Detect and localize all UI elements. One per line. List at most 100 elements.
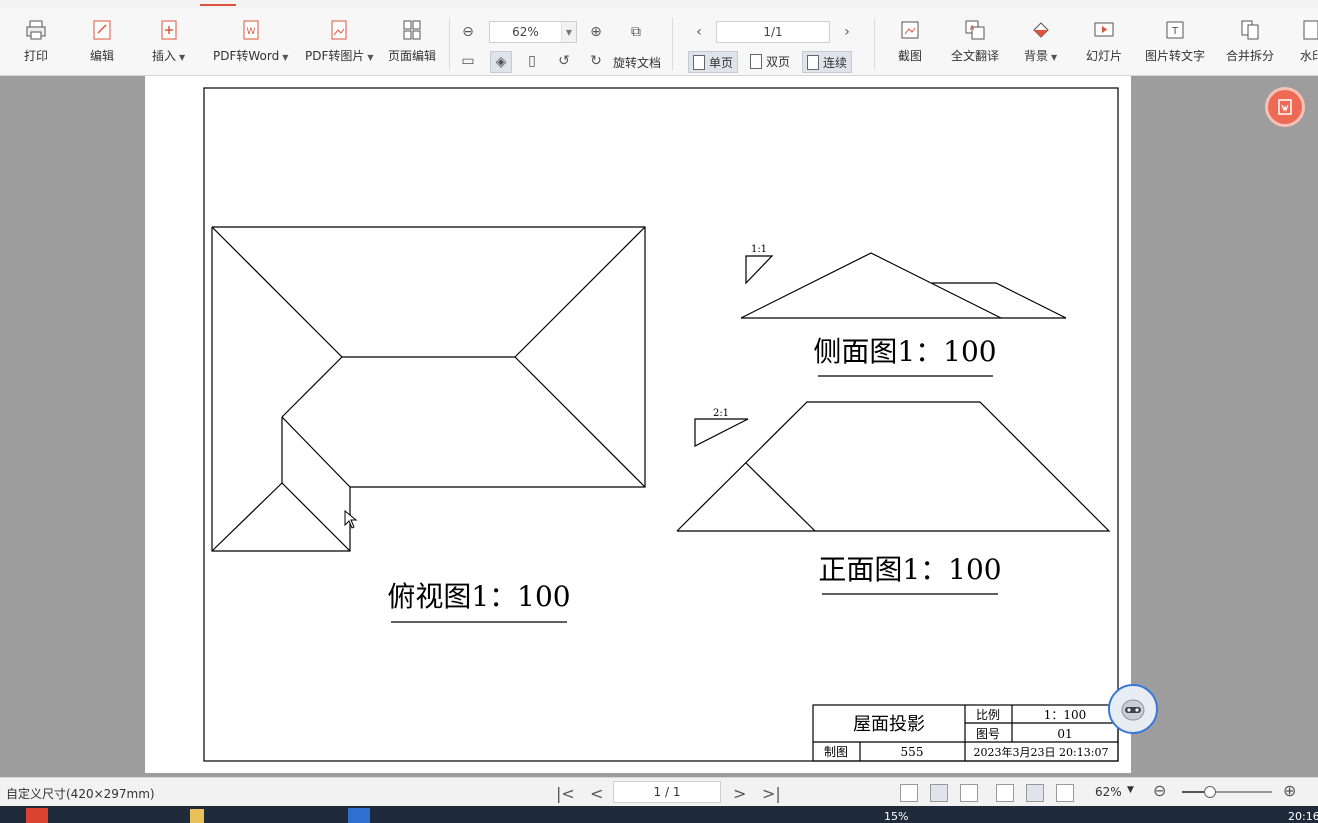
single-page-label: 单页 (709, 55, 734, 70)
separator (874, 18, 875, 70)
scale-value: 1：100 (1044, 708, 1087, 722)
fit-width-icon[interactable]: ▯ (522, 51, 542, 71)
insert-button[interactable]: 插入 ▼ (152, 18, 185, 64)
double-page-icon (750, 53, 762, 69)
zoom-select[interactable]: 62% ▼ (489, 21, 577, 43)
background-caret-icon: ▼ (1051, 53, 1058, 62)
fit-width-status-icon[interactable] (960, 784, 978, 802)
slideshow-button[interactable]: 幻灯片 (1086, 18, 1122, 64)
drawing-number-label: 图号 (976, 727, 1000, 741)
top-view-label: 俯视图1：100 (387, 580, 570, 613)
side-slope-label: 1:1 (751, 244, 767, 255)
pdf-to-word-label: PDF转Word (213, 49, 280, 63)
active-tab-indicator (200, 4, 236, 6)
pdf-to-word-caret-icon: ▼ (282, 53, 289, 62)
double-page-label: 双页 (766, 54, 791, 69)
ribbon-toolbar: 打印 编辑 插入 ▼ W PDF转Word ▼ PDF转图片 ▼ 页面编辑 ⊖ 62%… (0, 8, 1318, 76)
assistant-robot-icon[interactable] (1108, 684, 1158, 734)
single-page-status-icon[interactable] (1026, 784, 1044, 802)
zoom-value: 62% (512, 25, 539, 39)
windows-taskbar: 15% 20:16 (0, 806, 1318, 823)
side-view (740, 252, 1067, 319)
print-label: 打印 (24, 49, 49, 63)
background-button[interactable]: 背景 ▼ (1024, 18, 1057, 64)
zoom-out-icon[interactable]: ⊖ (458, 22, 478, 42)
next-page-status-icon[interactable]: > (733, 784, 746, 803)
rotate-left-icon[interactable]: ↺ (554, 51, 574, 71)
page-size-label: 自定义尺寸(420×297mm) (6, 787, 155, 801)
full-translate-button[interactable]: A 全文翻译 (951, 18, 999, 64)
double-page-button[interactable]: 双页 (746, 51, 794, 71)
top-view (211, 226, 646, 552)
continuous-status-icon[interactable] (996, 784, 1014, 802)
taskbar-cad-app-icon[interactable] (348, 808, 370, 823)
status-zoom-dropdown-icon[interactable]: ▼ (1127, 785, 1134, 795)
edit-button[interactable]: 编辑 (90, 18, 114, 64)
pdf-to-word-button[interactable]: W PDF转Word ▼ (213, 18, 288, 64)
status-zoom-out-icon[interactable]: ⊖ (1153, 781, 1166, 800)
side-view-label: 侧面图1：100 (813, 335, 996, 368)
zoom-dropdown-icon[interactable]: ▼ (561, 22, 576, 42)
page-edit-label: 页面编辑 (388, 49, 437, 63)
translate-icon: A (965, 20, 985, 40)
continuous-label: 连续 (823, 55, 848, 70)
rotate-right-icon[interactable]: ↻ (586, 51, 606, 71)
next-page-icon[interactable]: › (837, 22, 857, 42)
rotate-doc-icon[interactable]: ⧉ (626, 22, 646, 42)
fit-page-status-icon[interactable] (930, 784, 948, 802)
continuous-icon (807, 54, 819, 70)
watermark-button[interactable]: 水印 (1300, 18, 1318, 64)
drawing-number-value: 01 (1057, 727, 1072, 741)
taskbar-folder-icon[interactable] (190, 809, 204, 823)
status-page-input[interactable]: 1 / 1 (613, 781, 721, 803)
mouse-cursor-icon (344, 510, 358, 529)
print-button[interactable]: 打印 (24, 18, 48, 64)
pdf-to-image-label: PDF转图片 (305, 49, 365, 63)
full-translate-label: 全文翻译 (951, 49, 1000, 63)
zoom-in-icon[interactable]: ⊕ (586, 22, 606, 42)
image-to-text-button[interactable]: T 图片转文字 (1145, 18, 1205, 64)
actual-size-icon[interactable]: ▭ (458, 51, 478, 71)
svg-text:W: W (246, 27, 255, 37)
continuous-button[interactable]: 连续 (802, 51, 853, 73)
insert-label: 插入 (152, 49, 177, 63)
svg-text:T: T (1171, 26, 1179, 37)
page-edit-button[interactable]: 页面编辑 (388, 18, 436, 64)
separator (449, 18, 450, 70)
zoom-slider-thumb[interactable] (1204, 786, 1216, 798)
scale-label: 比例 (976, 708, 1000, 722)
background-label: 背景 (1024, 49, 1049, 63)
first-page-icon[interactable]: |< (556, 784, 575, 803)
pdf-to-image-button[interactable]: PDF转图片 ▼ (305, 18, 374, 64)
paint-bucket-icon (1032, 22, 1049, 38)
drafter-value: 555 (901, 745, 924, 759)
screenshot-button[interactable]: 截图 (898, 18, 922, 64)
word-icon: W (243, 20, 259, 40)
cad-drawing: 俯视图1：100 侧面图1：100 正面图1：100 1:1 2:1 屋面投影 … (203, 87, 1119, 762)
fit-page-icon[interactable]: ◈ (490, 51, 512, 73)
pdf-convert-float-icon[interactable] (1268, 90, 1302, 124)
insert-caret-icon: ▼ (179, 53, 186, 62)
prev-page-icon[interactable]: ‹ (689, 22, 709, 42)
status-zoom-value[interactable]: 62% (1095, 785, 1122, 799)
single-page-button[interactable]: 单页 (688, 51, 739, 73)
page-number-input[interactable]: 1/1 (716, 21, 830, 43)
printer-icon (26, 20, 46, 40)
grid-icon (403, 20, 421, 40)
previous-page-icon[interactable]: < (590, 784, 603, 803)
pdf-page: 俯视图1：100 侧面图1：100 正面图1：100 1:1 2:1 屋面投影 … (145, 76, 1131, 773)
last-page-icon[interactable]: >| (762, 784, 781, 803)
merge-icon (1241, 20, 1259, 40)
taskbar-pdf-app-icon[interactable] (26, 808, 48, 823)
edit-icon (93, 20, 111, 40)
actual-size-status-icon[interactable] (900, 784, 918, 802)
insert-icon (161, 20, 177, 40)
rotate-document-button[interactable]: 旋转文档 (613, 54, 661, 71)
double-page-status-icon[interactable] (1056, 784, 1074, 802)
status-bar: 自定义尺寸(420×297mm) |< < 1 / 1 > >| 62% ▼ ⊖… (0, 777, 1318, 807)
merge-split-button[interactable]: 合并拆分 (1226, 18, 1274, 64)
crop-icon (901, 21, 919, 39)
separator (672, 18, 673, 70)
status-zoom-in-icon[interactable]: ⊕ (1283, 781, 1296, 800)
watermark-label: 水印 (1300, 49, 1318, 63)
